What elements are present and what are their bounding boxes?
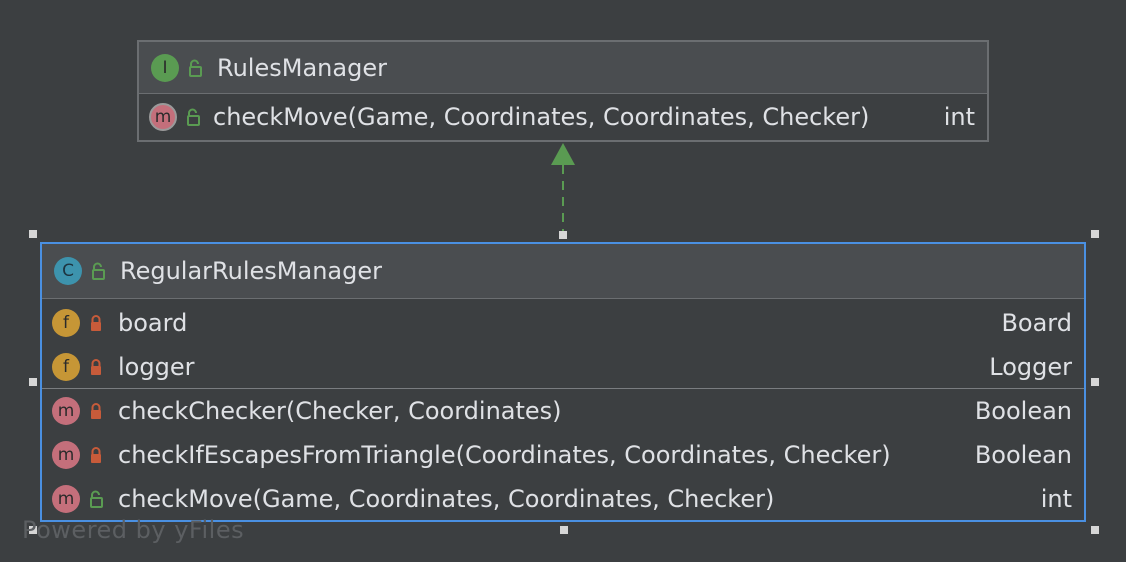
class-name: RegularRulesManager <box>120 257 382 285</box>
closed-padlock-icon <box>88 313 106 333</box>
interface-header: I RulesManager <box>139 42 987 94</box>
closed-padlock-icon <box>88 401 106 421</box>
closed-padlock-icon <box>88 357 106 377</box>
selection-handle-middle-right[interactable] <box>1091 378 1099 386</box>
method-row[interactable]: m checkMove(Game, Coordinates, Coordinat… <box>42 477 1084 521</box>
field-icon: f <box>52 309 80 337</box>
selection-handle-middle-left[interactable] <box>29 378 37 386</box>
method-signature: checkMove(Game, Coordinates, Coordinates… <box>118 485 775 513</box>
closed-padlock-icon <box>88 445 106 465</box>
selection-handle-top-right[interactable] <box>1091 230 1099 238</box>
method-signature: checkChecker(Checker, Coordinates) <box>118 397 562 425</box>
field-row[interactable]: f board Board <box>42 301 1084 345</box>
field-type: Board <box>1001 309 1072 337</box>
field-name: logger <box>118 352 195 381</box>
method-icon: m <box>52 485 80 513</box>
field-row[interactable]: f logger Logger <box>42 345 1084 389</box>
method-row[interactable]: m checkIfEscapesFromTriangle(Coordinates… <box>42 433 1084 477</box>
open-padlock-icon <box>185 107 203 127</box>
method-icon: m <box>52 441 80 469</box>
interface-method-row[interactable]: m checkMove(Game, Coordinates, Coordinat… <box>139 94 987 140</box>
method-icon: m <box>52 397 80 425</box>
open-padlock-icon <box>90 261 108 281</box>
interface-name: RulesManager <box>217 53 387 82</box>
watermark: Powered by yFiles <box>22 516 245 544</box>
method-return-type: int <box>1040 485 1072 513</box>
abstract-method-icon: m <box>149 103 177 131</box>
realization-edge[interactable] <box>540 140 590 242</box>
method-signature: checkIfEscapesFromTriangle(Coordinates, … <box>118 441 891 469</box>
selection-handle-top-left[interactable] <box>29 230 37 238</box>
selection-handle-bottom-center[interactable] <box>560 526 568 534</box>
method-row[interactable]: m checkChecker(Checker, Coordinates) Boo… <box>42 389 1084 433</box>
method-return-type: Boolean <box>974 441 1072 469</box>
method-return-type: int <box>943 103 975 131</box>
field-name: board <box>118 309 188 337</box>
selection-handle-bottom-right[interactable] <box>1091 526 1099 534</box>
open-padlock-icon <box>187 58 205 78</box>
method-return-type: Boolean <box>974 397 1072 425</box>
class-header: C RegularRulesManager <box>42 244 1084 299</box>
class-node-regularrulesmanager[interactable]: C RegularRulesManager f board Board f lo… <box>40 242 1086 522</box>
field-type: Logger <box>989 352 1072 381</box>
interface-node-rulesmanager[interactable]: I RulesManager m checkMove(Game, Coordin… <box>137 40 989 142</box>
field-icon: f <box>52 352 80 381</box>
open-padlock-icon <box>88 489 106 509</box>
edge-anchor <box>559 231 567 239</box>
class-icon: C <box>54 257 82 285</box>
interface-icon: I <box>151 53 179 82</box>
arrow-head <box>551 143 575 165</box>
method-signature: checkMove(Game, Coordinates, Coordinates… <box>213 103 870 131</box>
